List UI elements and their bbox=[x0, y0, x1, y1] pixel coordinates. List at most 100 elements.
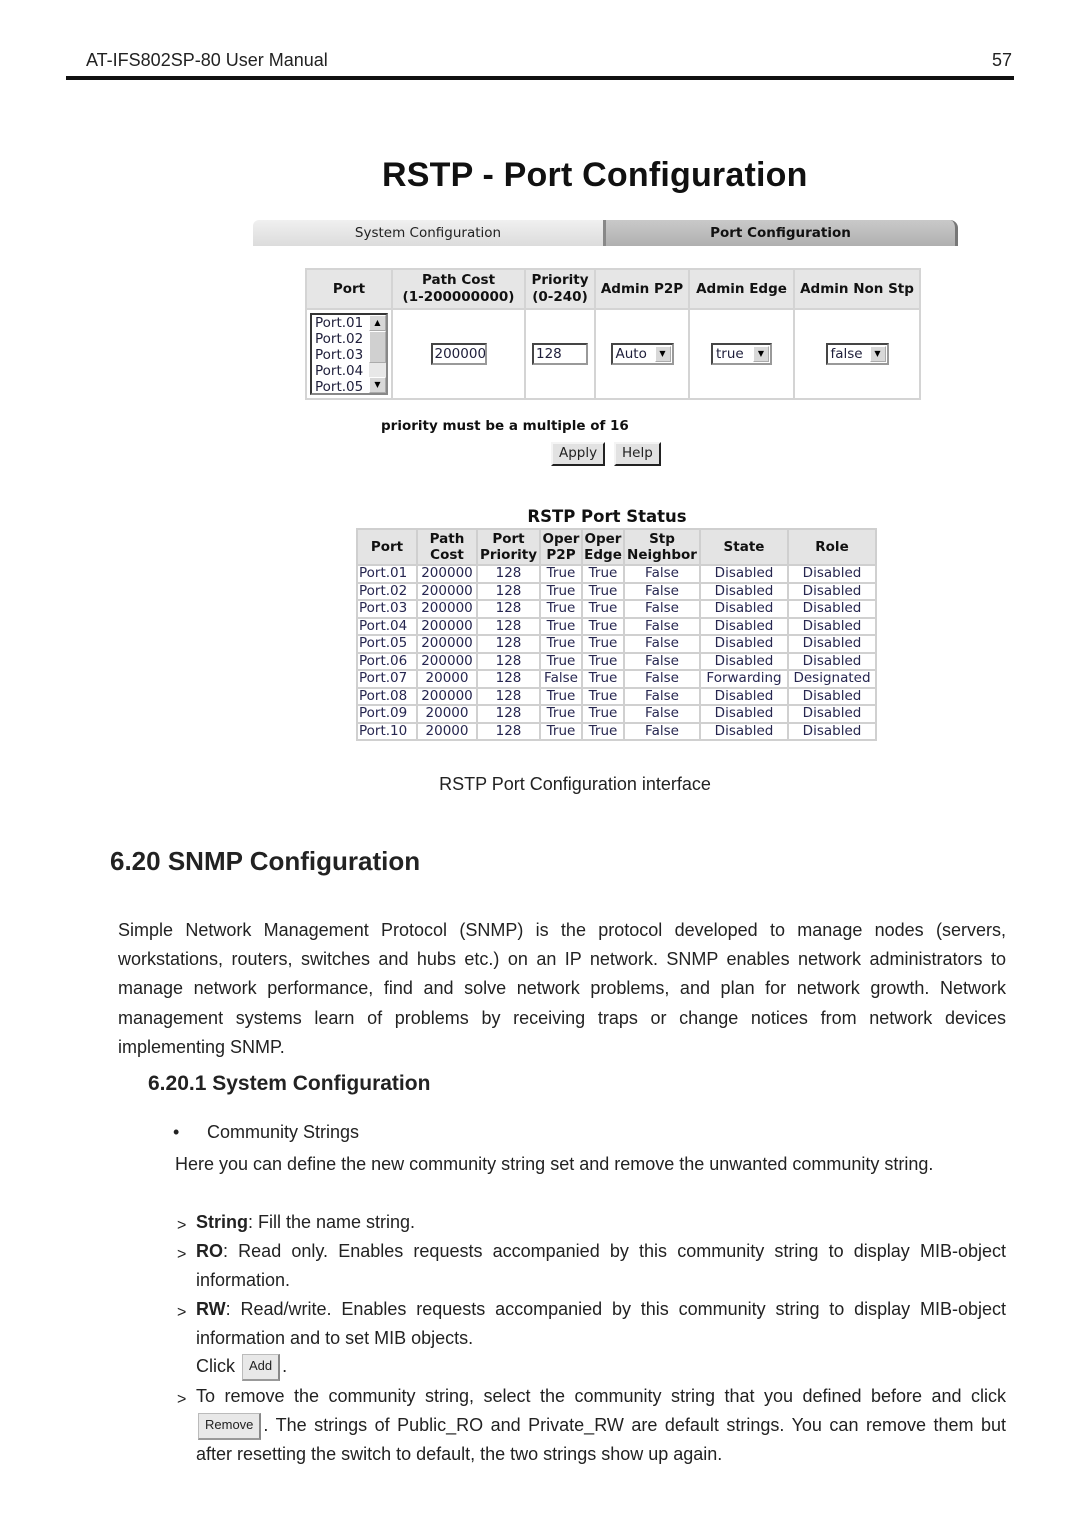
port-listbox[interactable]: Port.01 Port.02 Port.03 Port.04 Port.05 … bbox=[310, 313, 388, 395]
remove-button[interactable]: Remove bbox=[198, 1412, 262, 1440]
table-cell: False bbox=[623, 581, 701, 601]
table-cell: False bbox=[623, 651, 701, 671]
table-cell: 200000 bbox=[416, 651, 478, 671]
table-cell: False bbox=[623, 634, 701, 654]
arrow-bullet-icon: > bbox=[177, 1391, 187, 1408]
table-cell: Disabled bbox=[699, 599, 789, 619]
table-cell: False bbox=[623, 616, 701, 636]
admin-p2p-select[interactable]: Auto ▼ bbox=[610, 343, 674, 365]
table-cell: True bbox=[581, 669, 625, 689]
table-cell: True bbox=[539, 599, 583, 619]
table-row: Port.08 200000 128 True True False Disabled Dis… bbox=[356, 686, 877, 706]
tab-bar: System Configuration Port Configuration bbox=[253, 220, 958, 246]
admin-edge-select[interactable]: true ▼ bbox=[711, 343, 772, 365]
chevron-down-icon: ▼ bbox=[654, 346, 671, 362]
table-row: Port.09 20000 128 True True False Disabled Disa… bbox=[356, 704, 877, 724]
table-cell: Disabled bbox=[787, 616, 877, 636]
port-cell: Port.01 Port.02 Port.03 Port.04 Port.05 … bbox=[305, 308, 393, 400]
table-cell: 200000 bbox=[416, 616, 478, 636]
header-port: Port bbox=[305, 268, 393, 310]
status-header-cell: Role bbox=[787, 528, 877, 566]
table-cell: 128 bbox=[476, 686, 541, 706]
status-header-cell: Path Cost bbox=[416, 528, 478, 566]
priority-input[interactable]: 128 bbox=[532, 343, 588, 365]
table-cell: 128 bbox=[476, 564, 541, 584]
table-cell: 128 bbox=[476, 669, 541, 689]
admin-non-stp-cell: false ▼ bbox=[793, 308, 921, 400]
admin-p2p-cell: Auto ▼ bbox=[594, 308, 690, 400]
rstp-page-title: RSTP - Port Configuration bbox=[382, 156, 808, 194]
table-cell: 128 bbox=[476, 704, 541, 724]
intro-text: Here you can define the new community st… bbox=[175, 1154, 934, 1174]
table-row: Port.06 200000 128 True True False Disabled Dis… bbox=[356, 651, 877, 671]
table-cell: True bbox=[539, 704, 583, 724]
table-cell: True bbox=[581, 564, 625, 584]
table-cell: 128 bbox=[476, 581, 541, 601]
list-item-remove: > To remove the community string, select … bbox=[177, 1386, 1006, 1464]
table-cell: False bbox=[623, 564, 701, 584]
table-cell: Disabled bbox=[699, 686, 789, 706]
arrow-bullet-icon: > bbox=[177, 1304, 187, 1321]
table-cell: Port.04 bbox=[356, 616, 418, 636]
header-priority: Priority (0-240) bbox=[524, 268, 596, 310]
table-cell: True bbox=[539, 581, 583, 601]
table-cell: True bbox=[581, 704, 625, 724]
scroll-up-arrow-icon[interactable]: ▲ bbox=[369, 315, 386, 331]
chevron-down-icon: ▼ bbox=[869, 346, 886, 362]
add-button[interactable]: Add bbox=[242, 1353, 281, 1381]
table-cell: Designated bbox=[787, 669, 877, 689]
table-cell: 200000 bbox=[416, 634, 478, 654]
table-cell: Disabled bbox=[699, 721, 789, 741]
table-cell: Port.03 bbox=[356, 599, 418, 619]
port-config-table: Port Path Cost (1-200000000) Priority (0-2… bbox=[305, 268, 921, 400]
arrow-bullet-icon: > bbox=[177, 1217, 187, 1234]
admin-non-stp-select[interactable]: false ▼ bbox=[825, 343, 889, 365]
table-cell: Disabled bbox=[787, 581, 877, 601]
path-cost-input[interactable]: 200000 bbox=[430, 343, 487, 365]
chevron-down-icon: ▼ bbox=[753, 346, 769, 362]
table-cell: Disabled bbox=[787, 686, 877, 706]
scroll-down-arrow-icon[interactable]: ▼ bbox=[369, 377, 386, 393]
table-cell: False bbox=[539, 669, 583, 689]
scroll-thumb[interactable] bbox=[369, 331, 386, 363]
table-cell: False bbox=[623, 721, 701, 741]
click-add-line: Click Add. bbox=[175, 1352, 1006, 1381]
help-button[interactable]: Help bbox=[614, 442, 661, 466]
table-cell: True bbox=[539, 564, 583, 584]
table-cell: Disabled bbox=[787, 564, 877, 584]
header-admin-p2p: Admin P2P bbox=[594, 268, 690, 310]
table-cell: True bbox=[581, 651, 625, 671]
table-cell: Port.07 bbox=[356, 669, 418, 689]
path-cost-cell: 200000 bbox=[391, 308, 526, 400]
table-cell: 20000 bbox=[416, 704, 478, 724]
figure-caption: RSTP Port Configuration interface bbox=[439, 774, 711, 794]
table-cell: Port.09 bbox=[356, 704, 418, 724]
listbox-scrollbar[interactable]: ▲ ▼ bbox=[369, 315, 386, 393]
table-row: Port.02 200000 128 True True False Disabled Dis… bbox=[356, 581, 877, 601]
table-cell: Disabled bbox=[699, 564, 789, 584]
table-cell: False bbox=[623, 686, 701, 706]
table-cell: 128 bbox=[476, 651, 541, 671]
table-cell: 200000 bbox=[416, 564, 478, 584]
table-cell: Disabled bbox=[699, 651, 789, 671]
table-cell: Forwarding bbox=[699, 669, 789, 689]
table-cell: 200000 bbox=[416, 599, 478, 619]
port-status-title: RSTP Port Status bbox=[527, 507, 687, 526]
status-header-cell: Port Priority bbox=[476, 528, 541, 566]
tab-system-configuration[interactable]: System Configuration bbox=[253, 220, 603, 246]
table-cell: True bbox=[539, 651, 583, 671]
table-cell: False bbox=[623, 599, 701, 619]
table-cell: False bbox=[623, 669, 701, 689]
table-cell: True bbox=[581, 721, 625, 741]
table-cell: True bbox=[539, 686, 583, 706]
table-cell: Port.02 bbox=[356, 581, 418, 601]
table-cell: 200000 bbox=[416, 581, 478, 601]
section-paragraph: Simple Network Management Protocol (SNMP… bbox=[118, 920, 1006, 1057]
table-cell: True bbox=[581, 616, 625, 636]
tab-port-configuration[interactable]: Port Configuration bbox=[603, 220, 958, 246]
table-cell: Disabled bbox=[699, 616, 789, 636]
arrow-bullet-icon: > bbox=[177, 1246, 187, 1263]
manual-title: AT-IFS802SP-80 User Manual bbox=[86, 50, 328, 70]
table-cell: 20000 bbox=[416, 669, 478, 689]
apply-button[interactable]: Apply bbox=[551, 442, 606, 466]
